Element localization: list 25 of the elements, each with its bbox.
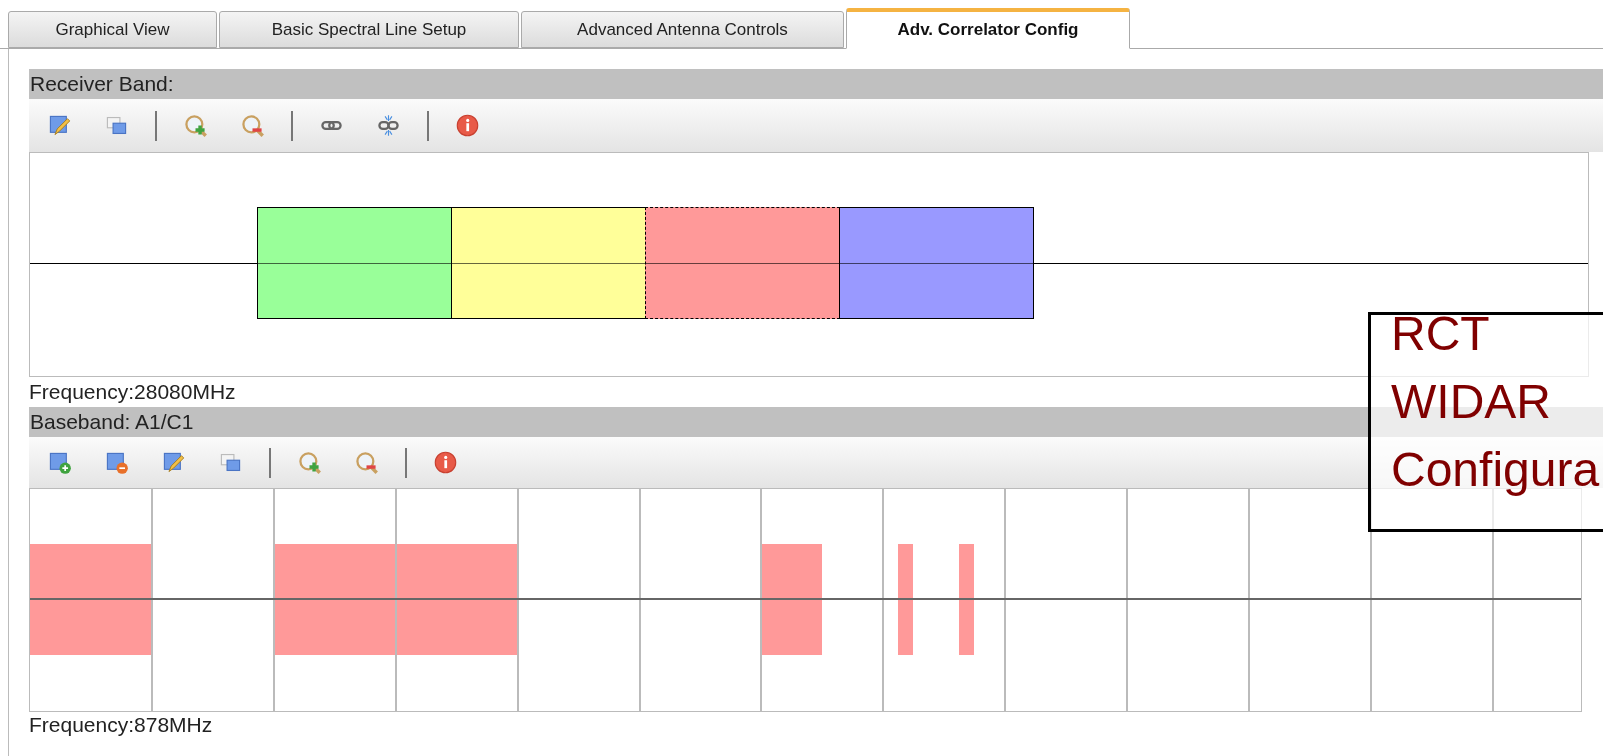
edit-icon bbox=[47, 113, 72, 138]
zoom-out-icon bbox=[354, 450, 379, 475]
section-title: Baseband: A1/C1 bbox=[30, 409, 194, 436]
overlay-text: WIDAR bbox=[1391, 374, 1551, 430]
subband-block[interactable] bbox=[257, 207, 452, 319]
edit-icon bbox=[161, 450, 186, 475]
subband-block[interactable] bbox=[451, 207, 646, 319]
section-title: Receiver Band: bbox=[30, 71, 174, 98]
overlay-text: Configura bbox=[1391, 442, 1600, 498]
overlay-text: RCT bbox=[1391, 315, 1490, 362]
info-icon bbox=[433, 450, 458, 475]
tab[interactable]: Adv. Correlator Config bbox=[846, 8, 1130, 49]
remove-icon bbox=[104, 450, 129, 475]
zoom-in-icon bbox=[183, 113, 208, 138]
zoom-out-icon bbox=[240, 113, 265, 138]
tab[interactable]: Advanced Antenna Controls bbox=[521, 11, 844, 48]
frequency-label: Frequency:878MHz bbox=[29, 712, 213, 738]
frequency-label: Frequency:28080MHz bbox=[29, 379, 236, 405]
subband-block[interactable] bbox=[839, 207, 1034, 319]
tab[interactable]: Basic Spectral Line Setup bbox=[219, 11, 519, 48]
add-icon bbox=[47, 450, 72, 475]
tab[interactable]: Graphical View bbox=[8, 11, 217, 48]
unlink-icon bbox=[376, 113, 401, 138]
info-icon bbox=[455, 113, 480, 138]
zoom-in-icon bbox=[297, 450, 322, 475]
